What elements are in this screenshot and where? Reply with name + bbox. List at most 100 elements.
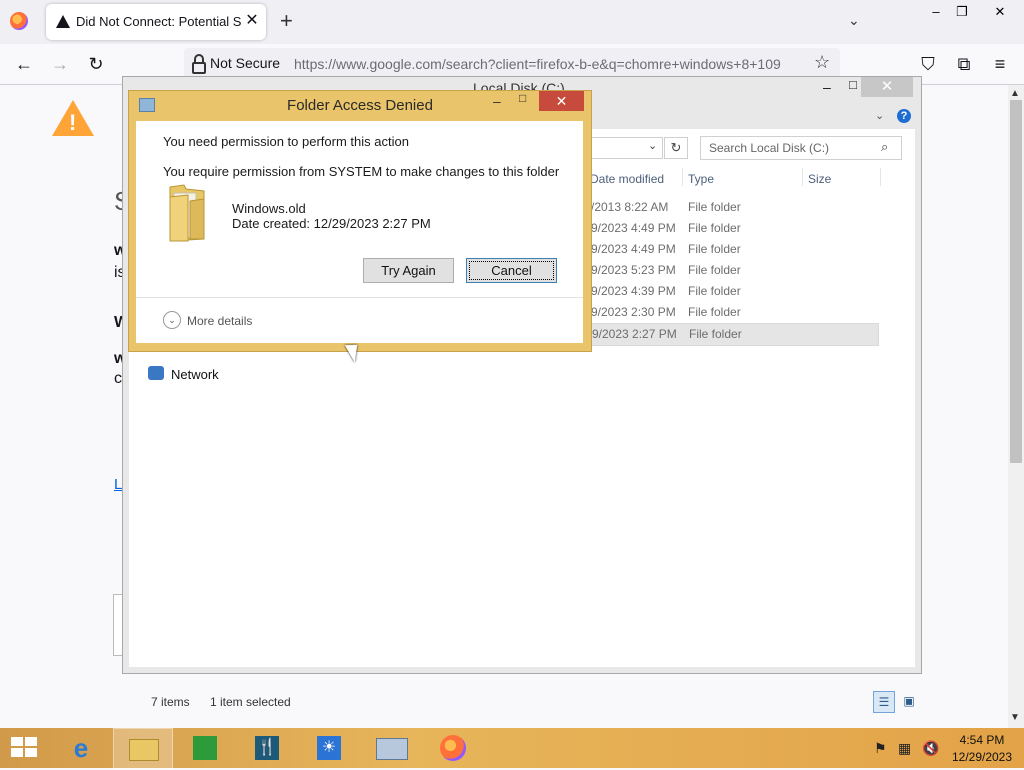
window-minimize-button[interactable]: – — [922, 2, 950, 22]
firefox-icon[interactable] — [424, 728, 482, 768]
cell-date: 9/2023 4:39 PM — [591, 284, 676, 298]
table-row[interactable]: 9/2023 4:39 PM File folder — [584, 281, 877, 302]
warning-icon — [56, 15, 70, 28]
dialog-separator — [136, 297, 583, 298]
refresh-icon[interactable]: ↻ — [664, 137, 688, 159]
action-center-flag-icon[interactable]: ⚑ — [874, 740, 887, 757]
volume-muted-icon[interactable]: 🔇 — [922, 740, 939, 757]
help-icon[interactable]: ? — [897, 109, 911, 123]
search-icon[interactable]: ⌕ — [881, 139, 888, 155]
clock-time[interactable]: 4:54 PM — [957, 733, 1007, 747]
search-placeholder: Search Local Disk (C:) — [709, 141, 830, 155]
warning-exclamation: ! — [69, 110, 77, 135]
network-tray-icon[interactable]: ▦ — [898, 740, 911, 757]
keyboard-icon[interactable] — [362, 728, 420, 768]
dialog-message-primary: You need permission to perform this acti… — [163, 134, 409, 149]
url-text[interactable]: https://www.google.com/search?client=fir… — [294, 56, 781, 72]
window-restore-button[interactable]: ❐ — [948, 2, 976, 22]
tab-strip: Did Not Connect: Potential Security Issu… — [0, 0, 1024, 44]
table-row[interactable]: 9/2023 4:49 PM File folder — [584, 239, 877, 260]
weather-icon[interactable]: ☀ — [300, 728, 358, 768]
column-divider[interactable] — [880, 168, 881, 186]
table-row[interactable]: 9/2023 2:30 PM File folder — [584, 302, 877, 323]
tab-close-icon[interactable]: ✕ — [244, 12, 260, 30]
not-secure-label[interactable]: Not Secure — [210, 55, 280, 71]
cell-type: File folder — [688, 263, 741, 277]
file-explorer-icon[interactable] — [113, 728, 173, 770]
bookmark-star-icon[interactable]: ☆ — [814, 52, 830, 73]
cell-type: File folder — [688, 200, 741, 214]
dialog-maximize-button[interactable]: □ — [519, 91, 526, 105]
dialog-message-secondary: You require permission from SYSTEM to ma… — [163, 164, 560, 179]
start-button[interactable] — [0, 728, 48, 768]
more-details-link[interactable]: More details — [187, 314, 252, 328]
cell-type: File folder — [689, 327, 742, 341]
tab-list-chevron-icon[interactable]: ⌄ — [848, 12, 868, 32]
item-count: 7 items — [151, 695, 190, 709]
selection-count: 1 item selected — [210, 695, 291, 709]
explorer-maximize-button[interactable]: □ — [849, 77, 857, 92]
cell-date: 9/2023 2:30 PM — [591, 305, 676, 319]
search-input[interactable]: Search Local Disk (C:) ⌕ — [700, 136, 902, 160]
details-view-icon[interactable]: ☰ — [873, 691, 895, 713]
internet-explorer-icon[interactable]: e — [52, 728, 110, 768]
window-close-button[interactable]: ✕ — [986, 2, 1014, 22]
column-header-type[interactable]: Type — [688, 172, 714, 186]
status-bar: 7 items 1 item selected ☰ ▣ — [135, 691, 921, 715]
expand-chevron-icon[interactable]: ⌄ — [163, 311, 181, 329]
back-arrow-icon[interactable]: ← — [12, 52, 36, 76]
folder-name: Windows.old — [232, 201, 306, 216]
windows-logo-icon — [11, 737, 39, 759]
column-divider[interactable] — [802, 168, 803, 186]
scroll-up-icon[interactable]: ▲ — [1010, 88, 1020, 99]
browser-tab[interactable]: Did Not Connect: Potential Security Issu… — [46, 4, 266, 40]
insecure-lock-icon[interactable] — [192, 62, 206, 74]
firefox-view-icon[interactable] — [10, 12, 28, 30]
table-row[interactable]: 9/2023 4:49 PM File folder — [584, 218, 877, 239]
new-tab-button[interactable]: + — [280, 10, 300, 32]
cell-type: File folder — [688, 305, 741, 319]
cell-type: File folder — [688, 221, 741, 235]
cell-date: 9/2023 4:49 PM — [591, 242, 676, 256]
table-row[interactable]: /2013 8:22 AM File folder — [584, 197, 877, 218]
cancel-button[interactable]: Cancel — [466, 258, 557, 283]
folder-access-denied-dialog: Folder Access Denied – □ ✕ You need perm… — [128, 90, 592, 352]
cell-date: 9/2023 2:27 PM — [592, 327, 677, 341]
taskbar: e 🍴 ☀ ⚑ ▦ 🔇 4:54 PM 12/29/2023 — [0, 728, 1024, 770]
cell-date: 9/2023 4:49 PM — [591, 221, 676, 235]
reload-icon[interactable]: ↻ — [84, 52, 108, 76]
tab-title: Did Not Connect: Potential Security Issu… — [76, 14, 241, 29]
address-dropdown-icon[interactable]: ⌄ — [648, 139, 657, 152]
clock-date[interactable]: 12/29/2023 — [950, 750, 1014, 764]
scroll-down-icon[interactable]: ▼ — [1010, 712, 1020, 723]
folder-icon — [169, 184, 205, 242]
restaurant-app-icon[interactable]: 🍴 — [238, 728, 296, 768]
network-icon — [148, 366, 164, 380]
table-row-selected[interactable]: 9/2023 2:27 PM File folder — [584, 323, 879, 346]
column-header-size[interactable]: Size — [808, 172, 831, 186]
cell-type: File folder — [688, 242, 741, 256]
folder-date-created: Date created: 12/29/2023 2:27 PM — [232, 216, 431, 231]
forward-arrow-icon[interactable]: → — [48, 52, 72, 76]
large-icons-view-icon[interactable]: ▣ — [899, 691, 919, 711]
scrollbar-thumb[interactable] — [1010, 100, 1022, 463]
dialog-minimize-button[interactable]: – — [493, 93, 501, 109]
pocket-icon[interactable]: ⛉ — [916, 52, 940, 76]
cell-type: File folder — [688, 284, 741, 298]
try-again-button[interactable]: Try Again — [363, 258, 454, 283]
dialog-close-button[interactable]: ✕ — [539, 91, 584, 111]
column-header-date[interactable]: Date modified — [590, 172, 664, 186]
store-icon[interactable] — [176, 728, 234, 768]
explorer-minimize-button[interactable]: – — [823, 79, 831, 95]
explorer-close-button[interactable]: ✕ — [861, 77, 913, 97]
extensions-icon[interactable]: ⧉ — [952, 52, 976, 76]
network-label: Network — [171, 367, 219, 382]
column-divider[interactable] — [682, 168, 683, 186]
page-text-fragment: c — [114, 370, 122, 387]
menu-icon[interactable]: ≡ — [988, 52, 1012, 76]
cell-date: 9/2023 5:23 PM — [591, 263, 676, 277]
table-row[interactable]: 9/2023 5:23 PM File folder — [584, 260, 877, 281]
cell-date: /2013 8:22 AM — [591, 200, 669, 214]
ribbon-expand-chevron-icon[interactable]: ⌄ — [875, 109, 884, 122]
dialog-body: You need permission to perform this acti… — [136, 121, 583, 343]
